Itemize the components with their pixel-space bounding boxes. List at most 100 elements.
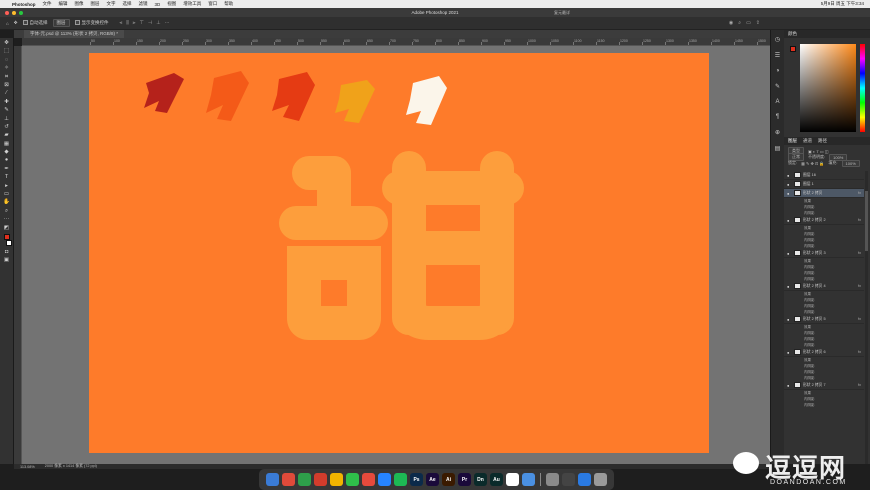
- share-icon[interactable]: ⇪: [756, 20, 760, 26]
- tab-paths[interactable]: 路径: [818, 138, 827, 144]
- horizontal-ruler[interactable]: 50 100 150 200 250 300 350 400 450 500 550 600 650 70…: [22, 38, 770, 46]
- tab-channels[interactable]: 通道: [803, 138, 812, 144]
- align-center-icon[interactable]: ⫼: [126, 20, 128, 26]
- layer-fx-icon[interactable]: fx: [858, 284, 861, 288]
- folder-icon[interactable]: [578, 473, 591, 486]
- color-tab[interactable]: 颜色: [788, 31, 797, 37]
- visibility-eye-icon[interactable]: ●: [787, 251, 792, 256]
- layer-fx-icon[interactable]: fx: [858, 350, 861, 354]
- align-right-icon[interactable]: ⫸: [133, 20, 136, 26]
- adjustments-panel-icon[interactable]: ◑: [776, 68, 780, 74]
- zoom-tool-icon[interactable]: ⌕: [2, 208, 11, 214]
- menu-3d[interactable]: 3D: [155, 2, 161, 7]
- settings-icon[interactable]: [546, 473, 559, 486]
- layers-scrollbar-thumb[interactable]: [865, 191, 868, 251]
- background-color-swatch[interactable]: [5, 240, 12, 247]
- blur-tool-icon[interactable]: ◆: [2, 149, 11, 155]
- layer-row[interactable]: ● 形状 2 拷贝 4 fx: [784, 282, 864, 291]
- layer-fx-icon[interactable]: fx: [858, 218, 861, 222]
- fill-input[interactable]: 100%: [841, 159, 860, 167]
- wechat-icon[interactable]: [346, 473, 359, 486]
- libraries-panel-icon[interactable]: ▤: [775, 145, 781, 152]
- align-top-icon[interactable]: ⊤: [139, 20, 143, 26]
- align-left-icon[interactable]: ⫷: [120, 20, 123, 26]
- trash-icon[interactable]: [594, 473, 607, 486]
- messages-icon[interactable]: [298, 473, 311, 486]
- visibility-eye-icon[interactable]: ●: [787, 350, 792, 355]
- visibility-eye-icon[interactable]: ●: [787, 173, 792, 178]
- auto-select-target-dropdown[interactable]: 图层: [52, 19, 70, 27]
- align-middle-icon[interactable]: ⊣: [148, 20, 152, 26]
- layer-row[interactable]: ● 形状 2 拷贝 5 fx: [784, 315, 864, 324]
- layer-fx-icon[interactable]: fx: [858, 317, 861, 321]
- artboard-tool-icon[interactable]: ⬚: [2, 49, 11, 55]
- eraser-tool-icon[interactable]: ▰: [2, 133, 11, 139]
- minimize-window-button[interactable]: [12, 10, 16, 15]
- premiere-icon[interactable]: Pr: [458, 473, 471, 486]
- tab-layers[interactable]: 图层: [788, 138, 797, 144]
- layer-row[interactable]: ● 图层 16: [784, 171, 864, 180]
- eyedropper-tool-icon[interactable]: ⁄: [2, 91, 11, 97]
- layer-row[interactable]: ● 形状 2 拷贝 3 fx: [784, 249, 864, 258]
- visibility-eye-icon[interactable]: ●: [787, 284, 792, 289]
- menu-file[interactable]: 文件: [43, 1, 52, 7]
- zoom-level[interactable]: 113.08%: [20, 465, 35, 469]
- lock-icons[interactable]: ▦ ✎ ✥ ⊡ 🔒: [801, 161, 824, 166]
- chrome-icon[interactable]: [330, 473, 343, 486]
- layers-list[interactable]: ● 图层 16 ● 图层 1 ● 形状 2 拷贝 fx 效果 内阴影 内阴影 ● 形状 2 拷贝 2f…: [784, 171, 864, 464]
- canvas-workspace[interactable]: [22, 46, 770, 464]
- more-options-icon[interactable]: ···: [165, 20, 170, 26]
- layer-fx-icon[interactable]: fx: [858, 191, 861, 195]
- hue-slider[interactable]: [860, 44, 865, 132]
- screenshot-icon[interactable]: [562, 473, 575, 486]
- gradient-tool-icon[interactable]: ▦: [2, 141, 11, 147]
- hand-tool-icon[interactable]: ✋: [2, 200, 11, 206]
- layer-row[interactable]: ● 图层 1: [784, 180, 864, 189]
- brush-tool-icon[interactable]: ✎: [2, 107, 11, 113]
- word-icon[interactable]: [522, 473, 535, 486]
- share-button[interactable]: 复元最详: [554, 10, 570, 16]
- auto-select-checkbox[interactable]: 自动选择: [22, 20, 48, 26]
- qq-icon[interactable]: [378, 473, 391, 486]
- illustrator-icon[interactable]: Ai: [442, 473, 455, 486]
- clone-stamp-tool-icon[interactable]: ⊥: [2, 116, 11, 122]
- move-tool-icon[interactable]: ✥: [2, 40, 11, 46]
- align-bottom-icon[interactable]: ⊥: [156, 20, 160, 26]
- default-colors-icon[interactable]: ◩: [2, 225, 11, 231]
- visibility-eye-icon[interactable]: ●: [787, 218, 792, 223]
- menu-filter[interactable]: 滤镜: [139, 1, 148, 7]
- workspace-icon[interactable]: ▭: [746, 20, 751, 26]
- visibility-eye-icon[interactable]: ●: [787, 182, 792, 187]
- crop-tool-icon[interactable]: ⌗: [2, 74, 11, 80]
- menu-view[interactable]: 视图: [167, 1, 176, 7]
- visibility-eye-icon[interactable]: ●: [787, 317, 792, 322]
- lasso-tool-icon[interactable]: ◌: [2, 57, 11, 63]
- launchpad-icon[interactable]: [282, 473, 295, 486]
- magic-wand-tool-icon[interactable]: ✧: [2, 65, 11, 71]
- properties-panel-icon[interactable]: ☰: [775, 52, 780, 59]
- history-panel-icon[interactable]: ◷: [775, 36, 780, 43]
- menu-type[interactable]: 文字: [107, 1, 116, 7]
- layer-row[interactable]: ● 形状 2 拷贝 6 fx: [784, 348, 864, 357]
- layer-row[interactable]: ● 形状 2 拷贝 7 fx: [784, 381, 864, 390]
- menu-edit[interactable]: 编辑: [59, 1, 68, 7]
- history-brush-tool-icon[interactable]: ↺: [2, 124, 11, 130]
- notes-icon[interactable]: [506, 473, 519, 486]
- finder-icon[interactable]: [266, 473, 279, 486]
- menu-app-name[interactable]: Photoshop: [12, 2, 36, 7]
- photoshop-icon[interactable]: Ps: [410, 473, 423, 486]
- close-window-button[interactable]: [5, 10, 9, 15]
- picker-foreground-swatch[interactable]: [790, 46, 796, 52]
- dodge-tool-icon[interactable]: ●: [2, 158, 11, 164]
- paragraph-panel-icon[interactable]: ¶: [776, 114, 779, 120]
- home-icon[interactable]: ⌂: [6, 21, 9, 26]
- zoom-window-button[interactable]: [19, 10, 23, 15]
- menu-image[interactable]: 图像: [75, 1, 84, 7]
- character-panel-icon[interactable]: A: [775, 99, 779, 105]
- document-tab[interactable]: 字体-元.psd @ 113% (形状 2 拷贝, RGB/8) *: [24, 30, 125, 38]
- healing-brush-tool-icon[interactable]: ✚: [2, 99, 11, 105]
- layer-row[interactable]: ● 形状 2 拷贝 fx: [784, 189, 864, 198]
- spotify-icon[interactable]: [394, 473, 407, 486]
- aftereffects-icon[interactable]: Ae: [426, 473, 439, 486]
- move-tool-preset-icon[interactable]: ✥: [14, 20, 18, 26]
